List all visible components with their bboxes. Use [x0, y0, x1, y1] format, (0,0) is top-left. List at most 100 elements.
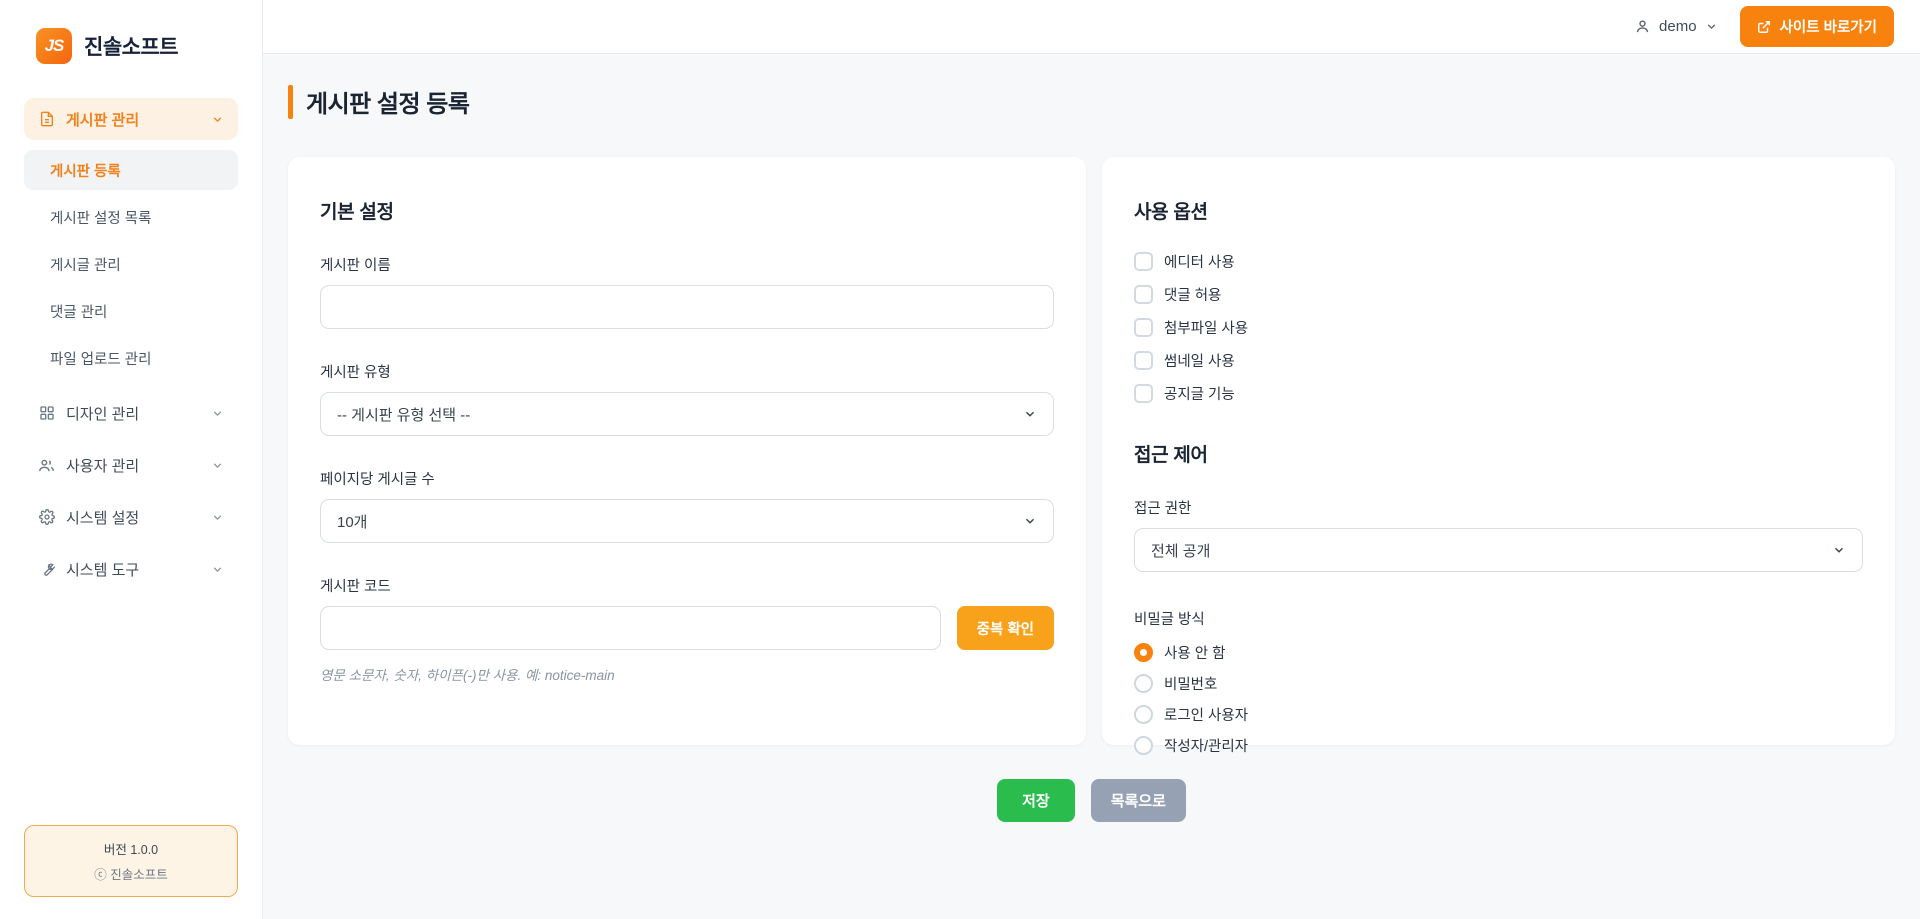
version-number: 버전 1.0.0 [35, 839, 227, 858]
chevron-down-icon [1023, 514, 1037, 528]
sidebar-item-system-settings[interactable]: 시스템 설정 [24, 496, 238, 538]
duplicate-check-button[interactable]: 중복 확인 [957, 606, 1054, 650]
sidebar-subitem-board-register[interactable]: 게시판 등록 [24, 150, 238, 190]
sidebar-item-label: 사용자 관리 [66, 455, 139, 476]
radio-row-password[interactable]: 비밀번호 [1134, 672, 1863, 694]
user-menu[interactable]: demo [1634, 18, 1718, 35]
document-icon [38, 111, 55, 128]
access-permission-label: 접근 권한 [1134, 497, 1863, 518]
posts-per-page-label: 페이지당 게시글 수 [320, 468, 1054, 489]
sidebar-item-label: 시스템 설정 [66, 507, 139, 528]
subitem-label: 파일 업로드 관리 [50, 348, 151, 369]
radio-row-none[interactable]: 사용 안 함 [1134, 641, 1863, 663]
page-title: 게시판 설정 등록 [306, 84, 469, 119]
form-actions: 저장 목록으로 [288, 779, 1895, 822]
sidebar-item-user-management[interactable]: 사용자 관리 [24, 444, 238, 486]
version-box: 버전 1.0.0 ⓒ 진솔소프트 [24, 825, 238, 897]
chevron-down-icon [211, 407, 224, 420]
go-to-site-button[interactable]: 사이트 바로가기 [1740, 6, 1894, 47]
sidebar-item-label: 디자인 관리 [66, 403, 139, 424]
chevron-down-icon [1832, 543, 1846, 557]
basic-settings-card: 기본 설정 게시판 이름 게시판 유형 -- 게시판 유형 선택 -- [288, 157, 1086, 745]
radio-row-logged-in-user[interactable]: 로그인 사용자 [1134, 703, 1863, 725]
sidebar-item-design-management[interactable]: 디자인 관리 [24, 392, 238, 434]
board-type-label: 게시판 유형 [320, 361, 1054, 382]
sidebar-item-label: 게시판 관리 [66, 109, 139, 130]
page-title-row: 게시판 설정 등록 [288, 84, 1895, 119]
copyright: ⓒ 진솔소프트 [35, 864, 227, 883]
secret-none-radio[interactable] [1134, 643, 1153, 662]
gear-icon [38, 509, 55, 526]
chevron-down-icon [1023, 407, 1037, 421]
board-code-label: 게시판 코드 [320, 575, 1054, 596]
secret-loggedin-radio[interactable] [1134, 705, 1153, 724]
usage-options-title: 사용 옵션 [1134, 197, 1863, 224]
external-link-icon [1757, 20, 1771, 34]
sidebar-nav: 게시판 관리 게시판 등록 게시판 설정 목록 게시글 관리 댓글 관리 [0, 90, 262, 825]
radio-label: 비밀번호 [1164, 673, 1217, 694]
board-submenu: 게시판 등록 게시판 설정 목록 게시글 관리 댓글 관리 파일 업로드 관리 [24, 150, 238, 378]
form-cards: 기본 설정 게시판 이름 게시판 유형 -- 게시판 유형 선택 -- [288, 157, 1895, 745]
attachments-checkbox[interactable] [1134, 318, 1153, 337]
main-column: demo 사이트 바로가기 게시판 설정 등록 기본 설정 [263, 0, 1920, 919]
thumbnail-checkbox[interactable] [1134, 351, 1153, 370]
access-permission-selected-value: 전체 공개 [1151, 540, 1210, 561]
checkbox-label: 첨부파일 사용 [1164, 317, 1248, 338]
brand[interactable]: JS 진솔소프트 [0, 0, 262, 90]
comments-checkbox[interactable] [1134, 285, 1153, 304]
sidebar-subitem-file-upload-management[interactable]: 파일 업로드 관리 [24, 338, 238, 378]
wrench-icon [38, 561, 55, 578]
sidebar-item-system-tools[interactable]: 시스템 도구 [24, 548, 238, 590]
radio-row-author-admin[interactable]: 작성자/관리자 [1134, 734, 1863, 756]
subitem-label: 게시판 설정 목록 [50, 207, 151, 228]
radio-label: 작성자/관리자 [1164, 735, 1248, 756]
board-type-select[interactable]: -- 게시판 유형 선택 -- [320, 392, 1054, 436]
chevron-down-icon [211, 511, 224, 524]
title-accent-bar [288, 85, 293, 119]
board-code-field-group: 게시판 코드 중복 확인 영문 소문자, 숫자, 하이픈(-)만 사용. 예: … [320, 575, 1054, 684]
checkbox-row-thumbnail[interactable]: 썸네일 사용 [1134, 349, 1863, 371]
page-content: 게시판 설정 등록 기본 설정 게시판 이름 게시판 유형 -- 게시판 유형 … [263, 54, 1920, 919]
checkbox-row-comments[interactable]: 댓글 허용 [1134, 283, 1863, 305]
chevron-down-icon [1705, 20, 1718, 33]
app-root: JS 진솔소프트 게시판 관리 게시판 등록 게시판 설정 목록 [0, 0, 1920, 919]
options-card: 사용 옵션 에디터 사용 댓글 허용 첨부파일 사용 [1102, 157, 1895, 745]
back-to-list-button[interactable]: 목록으로 [1091, 779, 1186, 822]
notice-checkbox[interactable] [1134, 384, 1153, 403]
posts-per-page-select[interactable]: 10개 [320, 499, 1054, 543]
secret-author-admin-radio[interactable] [1134, 736, 1153, 755]
sidebar: JS 진솔소프트 게시판 관리 게시판 등록 게시판 설정 목록 [0, 0, 263, 919]
checkbox-row-editor[interactable]: 에디터 사용 [1134, 250, 1863, 272]
checkbox-row-notice[interactable]: 공지글 기능 [1134, 382, 1863, 404]
secret-mode-label: 비밀글 방식 [1134, 608, 1863, 629]
access-control-title: 접근 제어 [1134, 440, 1863, 467]
board-type-selected-value: -- 게시판 유형 선택 -- [337, 404, 470, 425]
board-name-input[interactable] [320, 285, 1054, 329]
chevron-down-icon [211, 563, 224, 576]
editor-checkbox[interactable] [1134, 252, 1153, 271]
chevron-down-icon [211, 459, 224, 472]
board-name-field-group: 게시판 이름 [320, 254, 1054, 329]
save-button[interactable]: 저장 [997, 779, 1075, 822]
board-type-field-group: 게시판 유형 -- 게시판 유형 선택 -- [320, 361, 1054, 436]
subitem-label: 게시판 등록 [50, 160, 121, 181]
secret-password-radio[interactable] [1134, 674, 1153, 693]
posts-per-page-field-group: 페이지당 게시글 수 10개 [320, 468, 1054, 543]
chevron-down-icon [211, 113, 224, 126]
subitem-label: 댓글 관리 [50, 301, 107, 322]
username: demo [1659, 18, 1697, 35]
access-permission-field-group: 접근 권한 전체 공개 [1134, 497, 1863, 572]
board-code-help-text: 영문 소문자, 숫자, 하이픈(-)만 사용. 예: notice-main [320, 664, 1054, 684]
board-code-input[interactable] [320, 606, 941, 650]
sidebar-subitem-comment-management[interactable]: 댓글 관리 [24, 291, 238, 331]
go-to-site-label: 사이트 바로가기 [1780, 16, 1877, 37]
sidebar-item-label: 시스템 도구 [66, 559, 139, 580]
sidebar-item-board-management[interactable]: 게시판 관리 [24, 98, 238, 140]
sidebar-subitem-board-settings-list[interactable]: 게시판 설정 목록 [24, 197, 238, 237]
checkbox-label: 에디터 사용 [1164, 251, 1235, 272]
access-permission-select[interactable]: 전체 공개 [1134, 528, 1863, 572]
radio-label: 로그인 사용자 [1164, 704, 1248, 725]
checkbox-row-attachments[interactable]: 첨부파일 사용 [1134, 316, 1863, 338]
checkbox-label: 댓글 허용 [1164, 284, 1221, 305]
sidebar-subitem-post-management[interactable]: 게시글 관리 [24, 244, 238, 284]
